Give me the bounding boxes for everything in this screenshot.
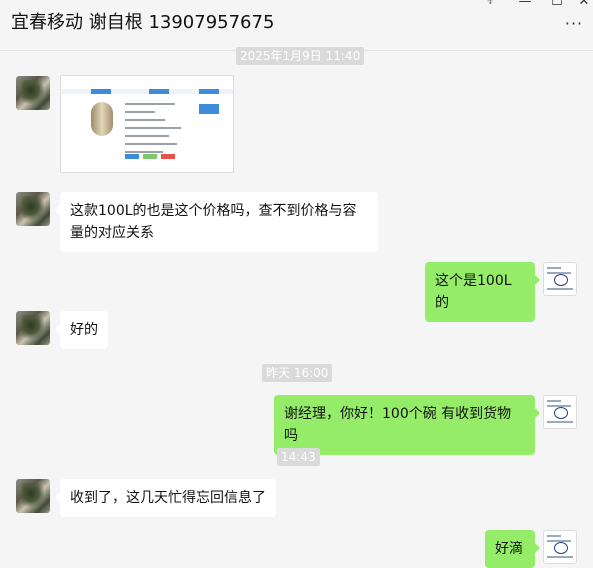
- close-icon[interactable]: ✕: [574, 0, 593, 10]
- message-bubble[interactable]: 这个是100L的: [425, 262, 540, 322]
- message-bubble[interactable]: 谢经理，你好！100个碗 有收到货物吗: [274, 395, 540, 455]
- maximize-icon[interactable]: ☐: [547, 0, 567, 10]
- avatar[interactable]: [543, 262, 577, 296]
- image-tab: [91, 89, 111, 94]
- chat-title: 宜春移动 谢自根 13907957675: [11, 12, 275, 33]
- image-side-box: [199, 104, 219, 114]
- image-button: [161, 154, 175, 159]
- chat-header: 宜春移动 谢自根 13907957675 ⍖ — ☐ ✕ ···: [0, 0, 593, 51]
- avatar[interactable]: [16, 76, 50, 110]
- timestamp: 昨天 16:00: [262, 364, 333, 382]
- avatar[interactable]: [16, 311, 50, 345]
- more-icon[interactable]: ···: [562, 14, 586, 34]
- timestamp: 2025年1月9日 11:40: [236, 47, 365, 65]
- avatar[interactable]: [543, 530, 577, 564]
- image-text-line: [125, 151, 163, 153]
- message-bubble[interactable]: 这款100L的也是这个价格吗，查不到价格与容量的对应关系: [55, 192, 378, 252]
- image-text-line: [125, 119, 165, 121]
- image-tab: [149, 89, 169, 94]
- image-text-line: [125, 111, 155, 113]
- minimize-icon[interactable]: —: [515, 0, 535, 10]
- message-bubble[interactable]: 收到了，这几天忙得忘回信息了: [55, 479, 276, 517]
- water-heater-picture: [91, 102, 113, 136]
- image-text-line: [125, 127, 181, 129]
- message-bubble[interactable]: 好滴: [485, 530, 540, 568]
- timestamp: 14:43: [277, 448, 320, 466]
- avatar[interactable]: [16, 479, 50, 513]
- message-list[interactable]: 2025年1月9日 11:40 这款100L的也是这个价格吗，查不到价格与容量的…: [0, 47, 593, 568]
- pin-icon[interactable]: ⍖: [480, 0, 500, 10]
- image-button: [143, 154, 157, 159]
- avatar[interactable]: [543, 395, 577, 429]
- image-tab: [199, 89, 219, 94]
- image-text-line: [125, 135, 169, 137]
- message-image[interactable]: [60, 75, 234, 173]
- avatar[interactable]: [16, 192, 50, 226]
- image-text-line: [125, 143, 177, 145]
- image-text-line: [125, 103, 175, 105]
- image-button: [125, 154, 139, 159]
- message-bubble[interactable]: 好的: [55, 311, 108, 349]
